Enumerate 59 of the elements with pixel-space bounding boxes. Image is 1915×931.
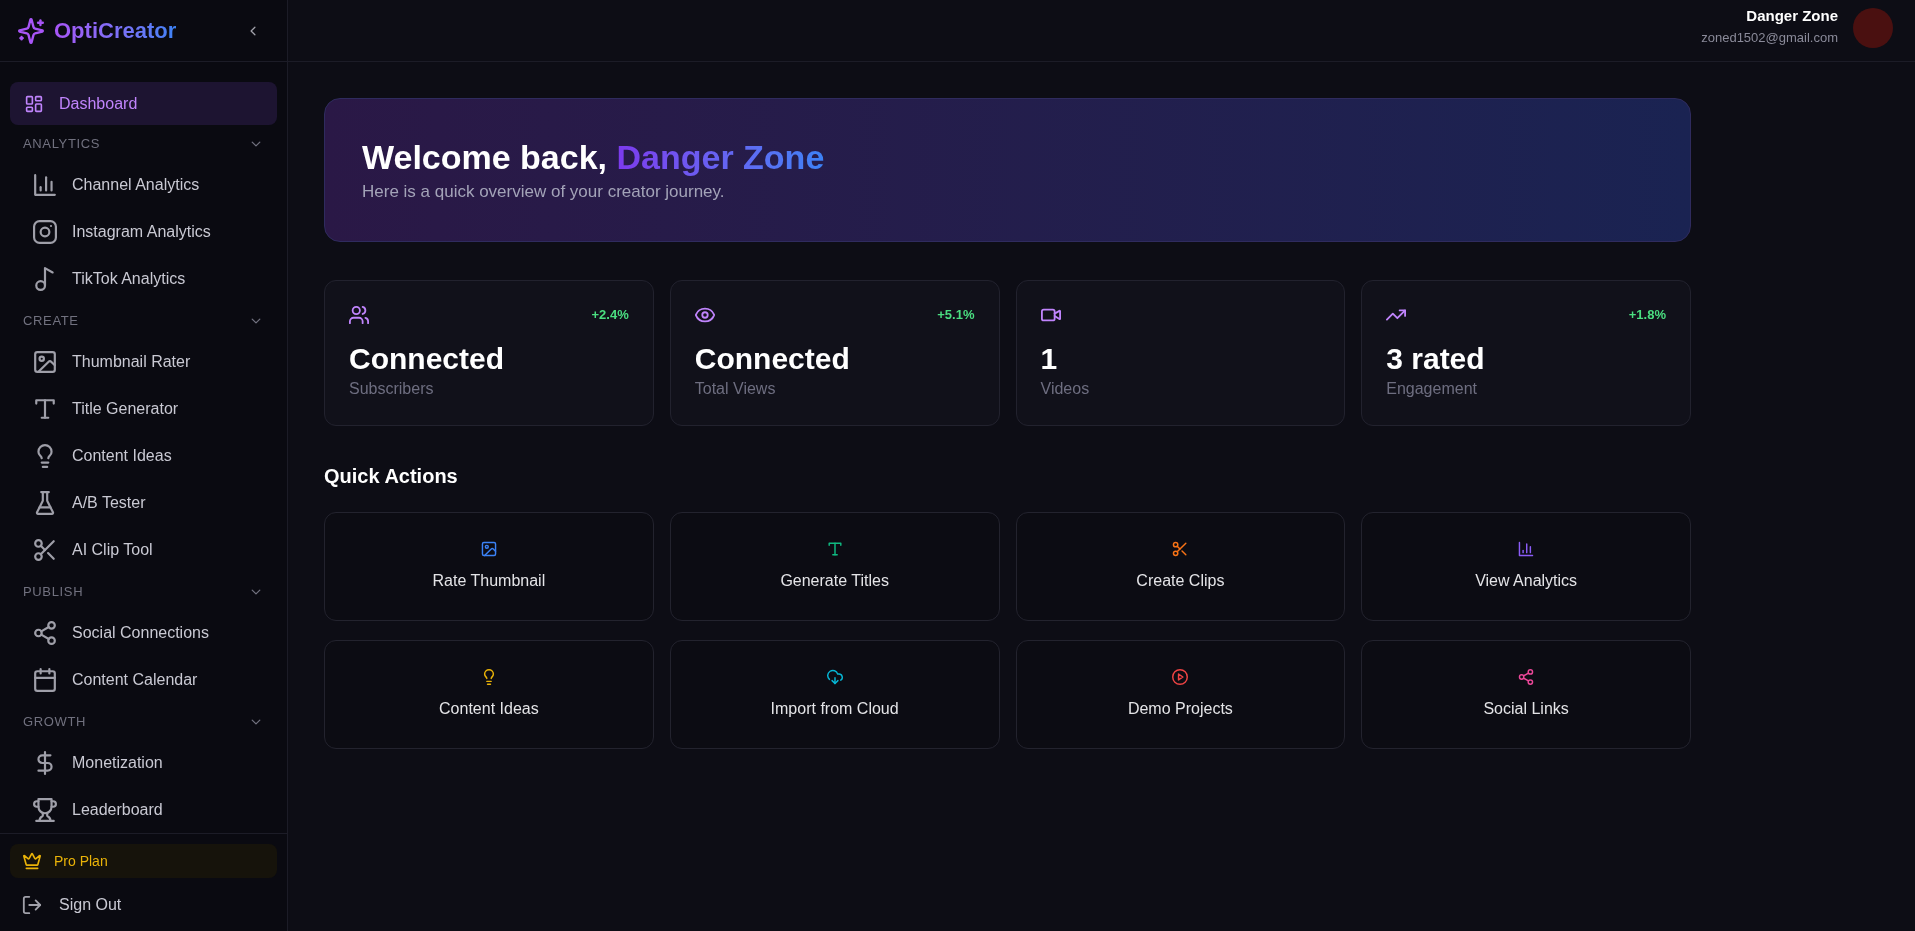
stat-label: Videos [1040, 379, 1091, 399]
user-name: Danger Zone [1745, 6, 1838, 26]
grid-icon [25, 94, 43, 113]
stat-label: Engagement [1386, 379, 1478, 399]
users-icon [349, 305, 369, 325]
welcome-subtitle: Here is a quick overview of your creator journey. [362, 181, 726, 203]
image-icon [33, 349, 57, 374]
music-note-icon [33, 266, 57, 291]
stat-value: 1 [1040, 341, 1059, 377]
section-title: Quick Actions [324, 464, 458, 489]
quick-action-button[interactable]: Generate Titles [669, 512, 1000, 621]
quick-action-button[interactable]: Import from Cloud [669, 640, 1000, 749]
nav-item[interactable]: Instagram Analytics [10, 208, 277, 255]
flask-icon [33, 490, 57, 515]
growth-percentage: +1.8% [1628, 306, 1666, 325]
letter-t-icon [33, 396, 57, 421]
logout-icon [22, 895, 42, 915]
scissors-icon [33, 537, 57, 562]
calendar-icon [33, 667, 57, 692]
growth-percentage: +5.1% [937, 306, 975, 325]
stat-value: Connected [694, 341, 851, 377]
quick-action-button[interactable]: Rate Thumbnail [324, 512, 654, 621]
nav-item[interactable]: Content Ideas [10, 432, 277, 479]
quick-action-button[interactable]: Social Links [1361, 640, 1691, 749]
share-icon [33, 620, 57, 645]
nav-item[interactable]: A/B Tester [10, 479, 277, 526]
growth-percentage: +2.4% [591, 306, 629, 325]
quick-action-button[interactable]: Demo Projects [1015, 640, 1346, 749]
nav-item[interactable]: Monetization [10, 739, 277, 786]
trophy-icon [33, 797, 57, 822]
pro-plan-button[interactable]: Pro Plan [10, 844, 277, 878]
camera-icon [33, 219, 57, 244]
section-header[interactable]: CREATE [10, 302, 277, 338]
nav-item[interactable]: Social Connections [10, 609, 277, 656]
nav-item[interactable]: Leaderboard [10, 786, 277, 833]
stat-value: 3 rated [1386, 341, 1486, 377]
user-email: zoned1502@gmail.com [1701, 29, 1838, 47]
nav-item[interactable]: TikTok Analytics [10, 255, 277, 302]
section-header[interactable]: ANALYTICS [10, 125, 277, 161]
section-header[interactable]: GROWTH [10, 703, 277, 739]
nav-item[interactable]: AI Clip Tool [10, 526, 277, 573]
eye-icon [694, 305, 715, 325]
stat-label: Total Views [694, 379, 777, 399]
crown-icon [23, 852, 41, 870]
quick-action-button[interactable]: Create Clips [1015, 512, 1346, 621]
stat-label: Subscribers [349, 379, 435, 399]
bar-chart-icon [33, 172, 57, 197]
nav-item[interactable]: Thumbnail Rater [10, 338, 277, 385]
nav-item[interactable]: Channel Analytics [10, 161, 277, 208]
nav-item[interactable]: Content Calendar [10, 656, 277, 703]
sparkles-icon [18, 17, 44, 44]
nav-item[interactable]: Dashboard [10, 82, 277, 125]
sign-out-button[interactable]: Sign Out [10, 885, 277, 925]
nav-item[interactable]: Title Generator [10, 385, 277, 432]
greeting-text: Welcome back, [362, 138, 608, 176]
quick-action-button[interactable]: Content Ideas [324, 640, 654, 749]
quick-action-button[interactable]: View Analytics [1361, 512, 1691, 621]
section-header[interactable]: PUBLISH [10, 573, 277, 609]
stat-value: Connected [349, 341, 505, 377]
